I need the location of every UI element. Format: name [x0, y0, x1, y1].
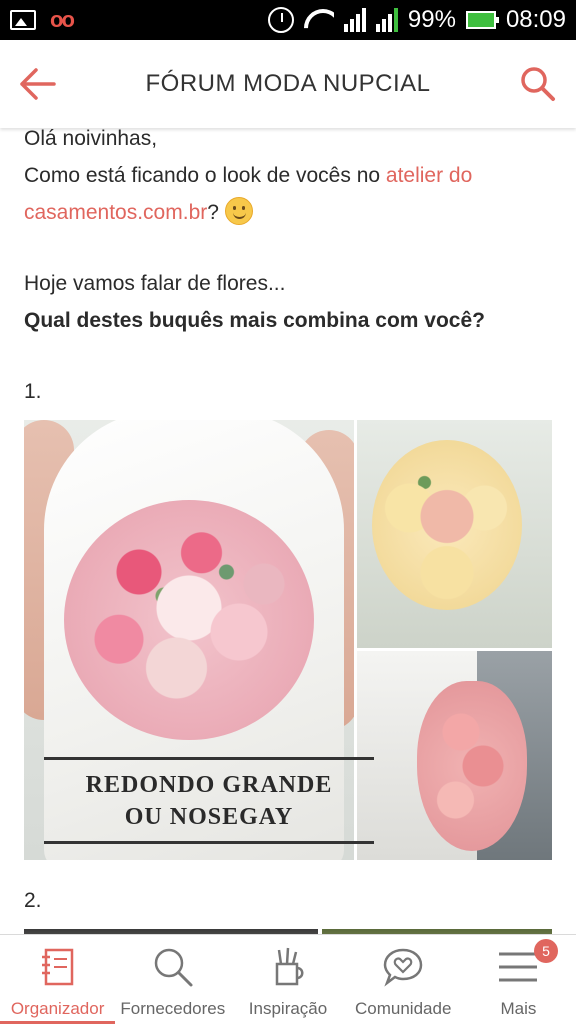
pencil-cup-icon — [266, 945, 310, 989]
gallery-notification-icon — [10, 10, 36, 30]
pink-hydrangea-bouquet-photo — [357, 651, 552, 860]
nav-comunidade[interactable]: Comunidade — [346, 935, 461, 1024]
notification-badge: 5 — [534, 939, 559, 963]
signal-icon — [343, 8, 366, 32]
item-number-2: 2. — [24, 889, 42, 912]
greeting: Olá noivinhas, — [24, 128, 158, 150]
nav-label: Fornecedores — [120, 999, 226, 1018]
nav-mais[interactable]: Mais 5 — [461, 935, 576, 1024]
nav-organizador[interactable]: Organizador — [0, 935, 116, 1024]
collage-caption: REDONDO GRANDE OU NOSEGAY — [34, 755, 374, 845]
page-title: FÓRUM MODA NUPCIAL — [145, 70, 431, 97]
flowers-intro: Hoje vamos falar de flores... — [24, 272, 286, 295]
smiley-emoji-icon — [224, 197, 253, 225]
nav-fornecedores[interactable]: Fornecedores — [115, 935, 230, 1024]
alarm-icon — [267, 7, 294, 33]
atelier-link[interactable]: atelier do — [386, 164, 472, 187]
wifi-icon — [304, 9, 334, 31]
paragraph-text: Como está ficando o look de vocês no — [24, 164, 386, 187]
yellow-dahlia-bouquet-photo — [357, 420, 552, 648]
caption-line-1: REDONDO GRANDE — [85, 772, 333, 798]
battery-percent: 99% — [407, 6, 456, 33]
notebook-icon — [36, 945, 80, 989]
post-content[interactable]: Olá noivinhas, Como está ficando o look … — [0, 128, 576, 934]
status-bar: ᴏᴏ 99% 08:09 — [0, 0, 576, 40]
nav-inspiracao[interactable]: Inspiração — [230, 935, 345, 1024]
item-number-1: 1. — [24, 380, 42, 403]
nav-label: Mais — [500, 999, 537, 1018]
caption-line-2: OU NOSEGAY — [124, 804, 294, 830]
search-icon — [151, 945, 195, 989]
atelier-link-continued[interactable]: casamentos.com.br — [24, 201, 207, 224]
question-heading: Qual destes buquês mais combina com você… — [24, 309, 485, 332]
clock: 08:09 — [505, 6, 566, 33]
battery-icon — [465, 11, 499, 29]
app-header: FÓRUM MODA NUPCIAL — [0, 40, 576, 128]
search-button[interactable] — [520, 66, 556, 102]
nav-label: Comunidade — [355, 999, 452, 1018]
nav-label: Organizador — [10, 999, 105, 1018]
back-button[interactable] — [20, 68, 56, 100]
chat-heart-icon — [381, 945, 425, 989]
search-icon — [521, 67, 555, 101]
pink-bouquet-image — [64, 500, 314, 740]
paragraph-text: ? — [207, 201, 219, 224]
post-paragraph: Como está ficando o look de vocês no ate… — [24, 157, 552, 231]
bottom-navigation: Organizador Fornecedores Inspiração Comu… — [0, 934, 576, 1024]
back-arrow-icon — [20, 68, 56, 100]
bouquet-collage-1[interactable]: REDONDO GRANDE OU NOSEGAY — [24, 420, 552, 860]
voicemail-icon: ᴏᴏ — [50, 7, 75, 32]
nav-label: Inspiração — [248, 999, 328, 1018]
signal-sim2-icon — [375, 8, 398, 32]
